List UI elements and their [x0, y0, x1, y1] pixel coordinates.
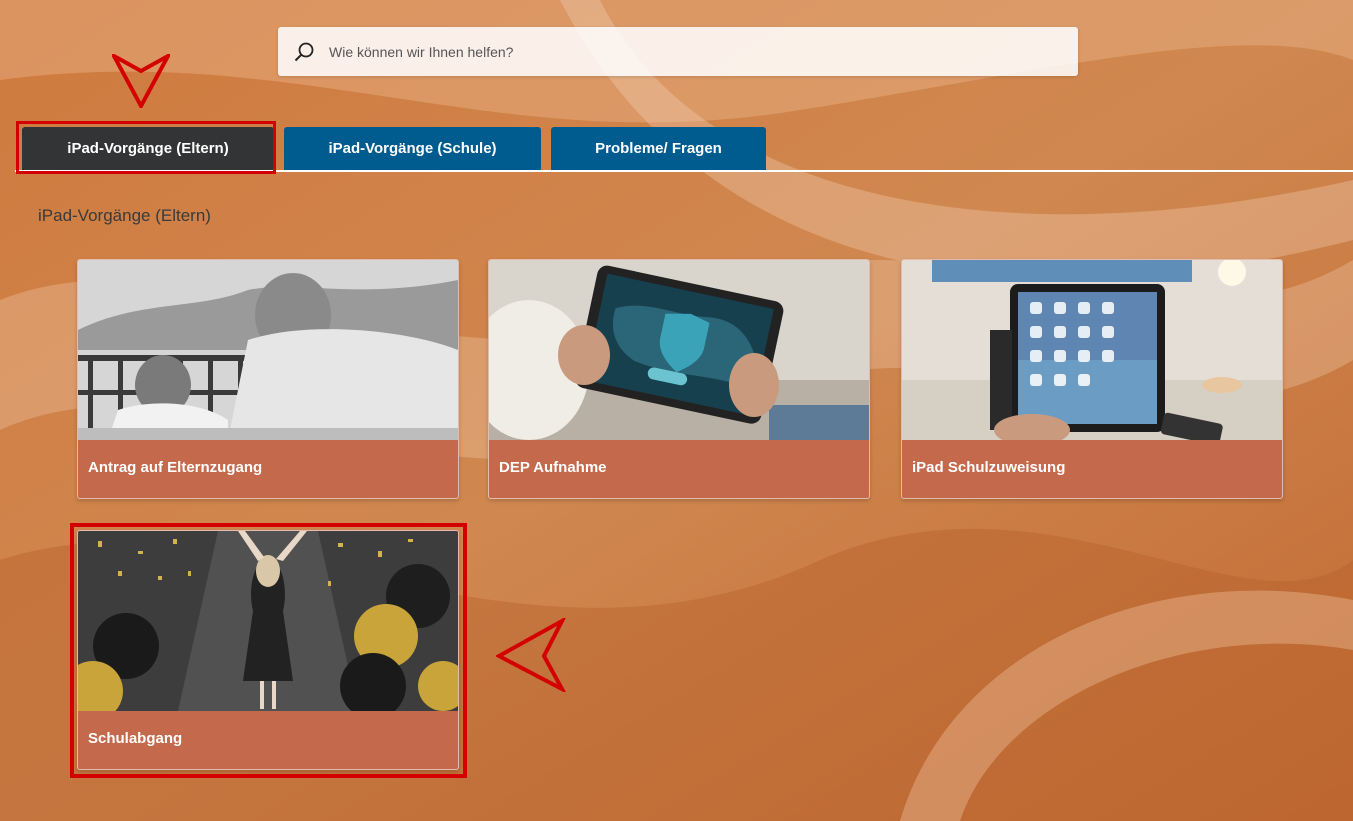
- tab-bar: iPad-Vorgänge (Eltern) iPad-Vorgänge (Sc…: [22, 127, 766, 170]
- search-icon: [293, 41, 315, 63]
- card-label: Schulabgang: [88, 730, 183, 747]
- card-antrag-elternzugang[interactable]: Antrag auf Elternzugang: [77, 259, 459, 499]
- card-label: DEP Aufnahme: [499, 459, 607, 476]
- tablet-vpn-photo: [489, 260, 869, 440]
- annotation-arrow-left-icon: [496, 618, 566, 692]
- card-label: iPad Schulzuweisung: [912, 459, 1066, 476]
- parent-child-photo: [78, 260, 458, 440]
- tab-ipad-eltern[interactable]: iPad-Vorgänge (Eltern): [22, 127, 274, 170]
- annotation-arrow-down-icon: [112, 54, 170, 108]
- search-bar[interactable]: [278, 27, 1078, 76]
- tab-divider: [15, 170, 1353, 172]
- graduation-photo: [78, 531, 458, 711]
- search-input[interactable]: [327, 42, 1078, 61]
- card-schulabgang[interactable]: Schulabgang: [77, 530, 459, 770]
- tab-probleme-fragen[interactable]: Probleme/ Fragen: [551, 127, 766, 170]
- ipad-desk-photo: [902, 260, 1282, 440]
- card-ipad-schulzuweisung[interactable]: iPad Schulzuweisung: [901, 259, 1283, 499]
- card-dep-aufnahme[interactable]: DEP Aufnahme: [488, 259, 870, 499]
- card-label: Antrag auf Elternzugang: [88, 459, 263, 476]
- section-title: iPad-Vorgänge (Eltern): [38, 206, 211, 225]
- tab-ipad-schule[interactable]: iPad-Vorgänge (Schule): [284, 127, 541, 170]
